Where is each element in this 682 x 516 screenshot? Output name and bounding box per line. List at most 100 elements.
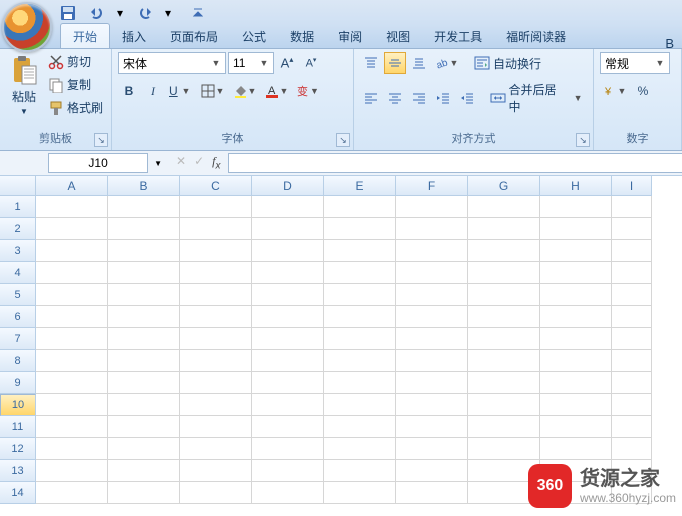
font-size-value[interactable] xyxy=(229,53,257,73)
row-header[interactable]: 9 xyxy=(0,372,36,394)
cell[interactable] xyxy=(324,284,396,306)
cell[interactable] xyxy=(180,350,252,372)
cell[interactable] xyxy=(252,306,324,328)
office-button[interactable] xyxy=(2,2,52,52)
cell[interactable] xyxy=(36,328,108,350)
percent-button[interactable]: % xyxy=(632,80,654,102)
cell[interactable] xyxy=(396,416,468,438)
row-header[interactable]: 3 xyxy=(0,240,36,262)
cell[interactable] xyxy=(324,438,396,460)
cell[interactable] xyxy=(108,240,180,262)
cell[interactable] xyxy=(108,416,180,438)
enter-icon[interactable]: ✓ xyxy=(194,154,204,171)
row-header[interactable]: 14 xyxy=(0,482,36,504)
cell[interactable] xyxy=(252,262,324,284)
row-header[interactable]: 6 xyxy=(0,306,36,328)
undo-icon[interactable] xyxy=(88,5,104,21)
cell[interactable] xyxy=(180,218,252,240)
column-header[interactable]: H xyxy=(540,176,612,196)
cell[interactable] xyxy=(108,482,180,504)
cell[interactable] xyxy=(108,328,180,350)
cell[interactable] xyxy=(468,394,540,416)
tab-home[interactable]: 开始 xyxy=(60,23,110,48)
row-header[interactable]: 12 xyxy=(0,438,36,460)
cell[interactable] xyxy=(396,460,468,482)
bold-button[interactable]: B xyxy=(118,80,140,102)
cell[interactable] xyxy=(36,284,108,306)
cell[interactable] xyxy=(396,284,468,306)
increase-indent-button[interactable] xyxy=(456,87,478,109)
cell[interactable] xyxy=(468,196,540,218)
cut-button[interactable]: 剪切 xyxy=(46,52,105,71)
cell[interactable] xyxy=(396,482,468,504)
cell[interactable] xyxy=(468,350,540,372)
chevron-down-icon[interactable]: ▼ xyxy=(653,58,667,68)
align-top-button[interactable] xyxy=(360,52,382,74)
cell[interactable] xyxy=(396,306,468,328)
chevron-down-icon[interactable]: ▼ xyxy=(154,159,162,168)
cell[interactable] xyxy=(36,196,108,218)
cell[interactable] xyxy=(108,460,180,482)
cell[interactable] xyxy=(36,218,108,240)
cell[interactable] xyxy=(108,262,180,284)
column-header[interactable]: A xyxy=(36,176,108,196)
cell[interactable] xyxy=(540,306,612,328)
decrease-font-button[interactable]: A▾ xyxy=(300,52,322,74)
cell[interactable] xyxy=(468,240,540,262)
cell[interactable] xyxy=(396,438,468,460)
formula-bar[interactable] xyxy=(228,153,682,173)
underline-button[interactable]: U▼ xyxy=(166,80,196,102)
paste-button[interactable]: 粘贴 ▼ xyxy=(6,52,42,118)
cell[interactable] xyxy=(180,460,252,482)
italic-button[interactable]: I xyxy=(142,80,164,102)
cell[interactable] xyxy=(324,240,396,262)
cell[interactable] xyxy=(540,394,612,416)
cell[interactable] xyxy=(612,372,652,394)
format-painter-button[interactable]: 格式刷 xyxy=(46,98,105,117)
column-header[interactable]: F xyxy=(396,176,468,196)
font-family-value[interactable] xyxy=(119,53,209,73)
cell[interactable] xyxy=(108,350,180,372)
cell[interactable] xyxy=(324,196,396,218)
cell[interactable] xyxy=(612,350,652,372)
decrease-indent-button[interactable] xyxy=(432,87,454,109)
fill-color-button[interactable]: ▼ xyxy=(230,80,260,102)
cell[interactable] xyxy=(180,262,252,284)
cell[interactable] xyxy=(540,328,612,350)
cell[interactable] xyxy=(612,284,652,306)
cell[interactable] xyxy=(36,262,108,284)
cell[interactable] xyxy=(324,350,396,372)
row-header[interactable]: 13 xyxy=(0,460,36,482)
cell[interactable] xyxy=(252,240,324,262)
cell[interactable] xyxy=(180,394,252,416)
tab-page-layout[interactable]: 页面布局 xyxy=(158,24,230,48)
cell[interactable] xyxy=(180,284,252,306)
align-middle-button[interactable] xyxy=(384,52,406,74)
cell[interactable] xyxy=(324,482,396,504)
cell[interactable] xyxy=(468,416,540,438)
align-left-button[interactable] xyxy=(360,87,382,109)
cell[interactable] xyxy=(468,262,540,284)
row-header[interactable]: 4 xyxy=(0,262,36,284)
row-header[interactable]: 10 xyxy=(0,394,36,416)
cell[interactable] xyxy=(36,240,108,262)
cell[interactable] xyxy=(612,438,652,460)
dialog-launcher-icon[interactable]: ↘ xyxy=(576,133,590,147)
cell[interactable] xyxy=(36,482,108,504)
align-right-button[interactable] xyxy=(408,87,430,109)
cell[interactable] xyxy=(396,350,468,372)
cell[interactable] xyxy=(324,306,396,328)
cell[interactable] xyxy=(468,218,540,240)
save-icon[interactable] xyxy=(60,5,76,21)
cell[interactable] xyxy=(36,438,108,460)
column-header[interactable]: E xyxy=(324,176,396,196)
cell[interactable] xyxy=(612,328,652,350)
cell[interactable] xyxy=(180,416,252,438)
cell[interactable] xyxy=(180,438,252,460)
cell[interactable] xyxy=(396,372,468,394)
cell[interactable] xyxy=(540,262,612,284)
wrap-text-button[interactable]: 自动换行 xyxy=(472,54,543,73)
font-color-button[interactable]: A▼ xyxy=(262,80,292,102)
cell[interactable] xyxy=(468,372,540,394)
cell[interactable] xyxy=(540,284,612,306)
